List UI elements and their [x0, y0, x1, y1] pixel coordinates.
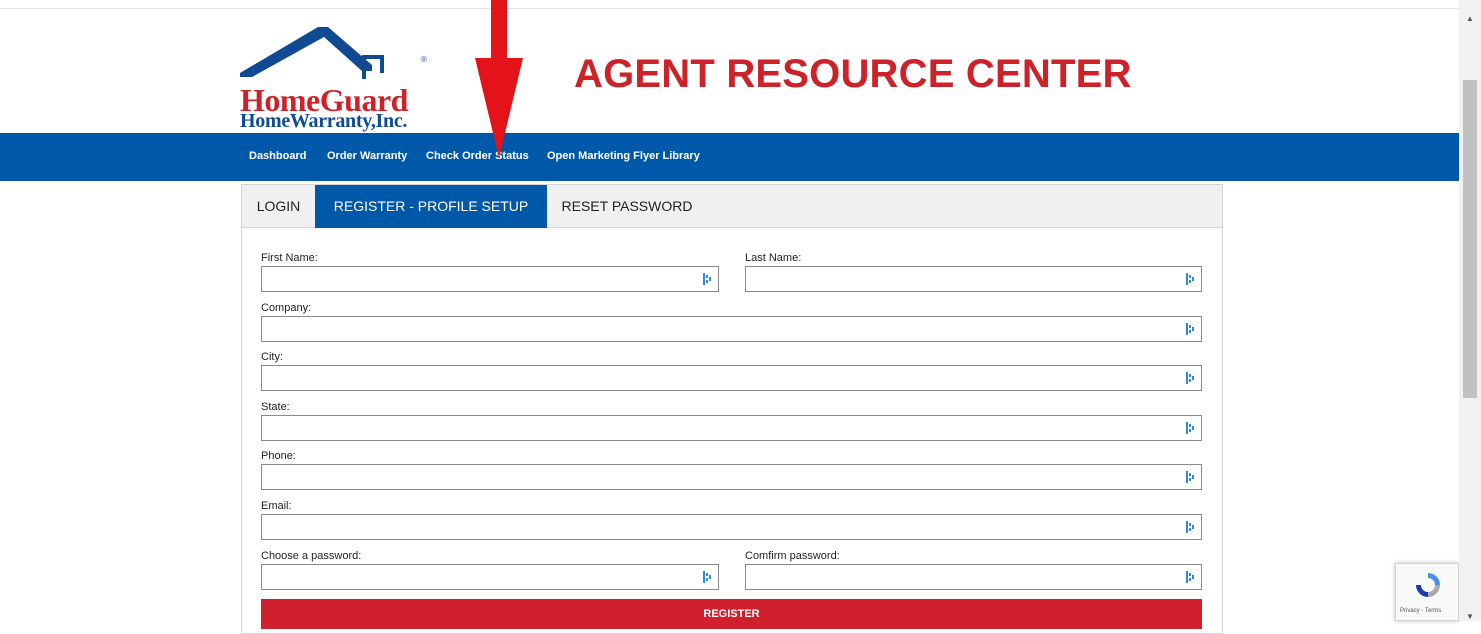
- email-field[interactable]: [261, 514, 1202, 540]
- first-name-label: First Name:: [261, 252, 318, 264]
- state-label: State:: [261, 401, 290, 413]
- nav-dashboard[interactable]: Dashboard: [249, 150, 306, 162]
- password-manager-icon[interactable]: [1186, 521, 1195, 533]
- roof-icon: [240, 27, 384, 79]
- password-manager-icon[interactable]: [1186, 372, 1195, 384]
- scroll-up-icon[interactable]: ▲: [1465, 14, 1475, 24]
- password-field[interactable]: [261, 564, 719, 590]
- nav-order-warranty[interactable]: Order Warranty: [327, 150, 407, 162]
- page-title: AGENT RESOURCE CENTER: [574, 52, 1132, 96]
- city-label: City:: [261, 351, 283, 363]
- phone-field[interactable]: [261, 464, 1202, 490]
- password-label: Choose a password:: [261, 550, 362, 562]
- email-label: Email:: [261, 500, 292, 512]
- red-arrow-annotation: [475, 0, 523, 158]
- password-manager-icon[interactable]: [1186, 571, 1195, 583]
- last-name-label: Last Name:: [745, 252, 802, 264]
- recaptcha-icon: [1416, 573, 1440, 597]
- state-field[interactable]: [261, 415, 1202, 441]
- tab-register[interactable]: REGISTER - PROFILE SETUP: [315, 185, 547, 228]
- city-field[interactable]: [261, 365, 1202, 391]
- password-manager-icon[interactable]: [1186, 471, 1195, 483]
- tab-bar: LOGIN REGISTER - PROFILE SETUP RESET PAS…: [242, 185, 1222, 228]
- password-manager-icon[interactable]: [1186, 323, 1195, 335]
- recaptcha-badge[interactable]: Privacy - Terms: [1395, 563, 1459, 621]
- scrollbar-thumb[interactable]: [1463, 80, 1477, 398]
- password-manager-icon[interactable]: [703, 273, 712, 285]
- password-manager-icon[interactable]: [703, 571, 712, 583]
- nav-marketing-flyer-library[interactable]: Open Marketing Flyer Library: [547, 150, 700, 162]
- confirm-password-label: Comfirm password:: [745, 550, 840, 562]
- company-field[interactable]: [261, 316, 1202, 342]
- recaptcha-links[interactable]: Privacy - Terms: [1400, 608, 1441, 614]
- password-manager-icon[interactable]: [1186, 273, 1195, 285]
- company-label: Company:: [261, 302, 312, 314]
- top-divider: [0, 8, 1459, 9]
- registered-mark: ®: [421, 55, 427, 64]
- phone-label: Phone:: [261, 450, 296, 462]
- tab-reset-password[interactable]: RESET PASSWORD: [547, 185, 707, 228]
- last-name-field[interactable]: [745, 266, 1202, 292]
- homeguard-logo[interactable]: ® HomeGuard HomeWarranty,Inc.: [240, 25, 440, 135]
- tab-login[interactable]: LOGIN: [242, 185, 315, 228]
- logo-subtitle: HomeWarranty,Inc.: [240, 110, 408, 132]
- confirm-password-field[interactable]: [745, 564, 1202, 590]
- first-name-field[interactable]: [261, 266, 719, 292]
- password-manager-icon[interactable]: [1186, 422, 1195, 434]
- main-nav: Dashboard Order Warranty Check Order Sta…: [0, 133, 1459, 181]
- register-button[interactable]: REGISTER: [261, 599, 1202, 629]
